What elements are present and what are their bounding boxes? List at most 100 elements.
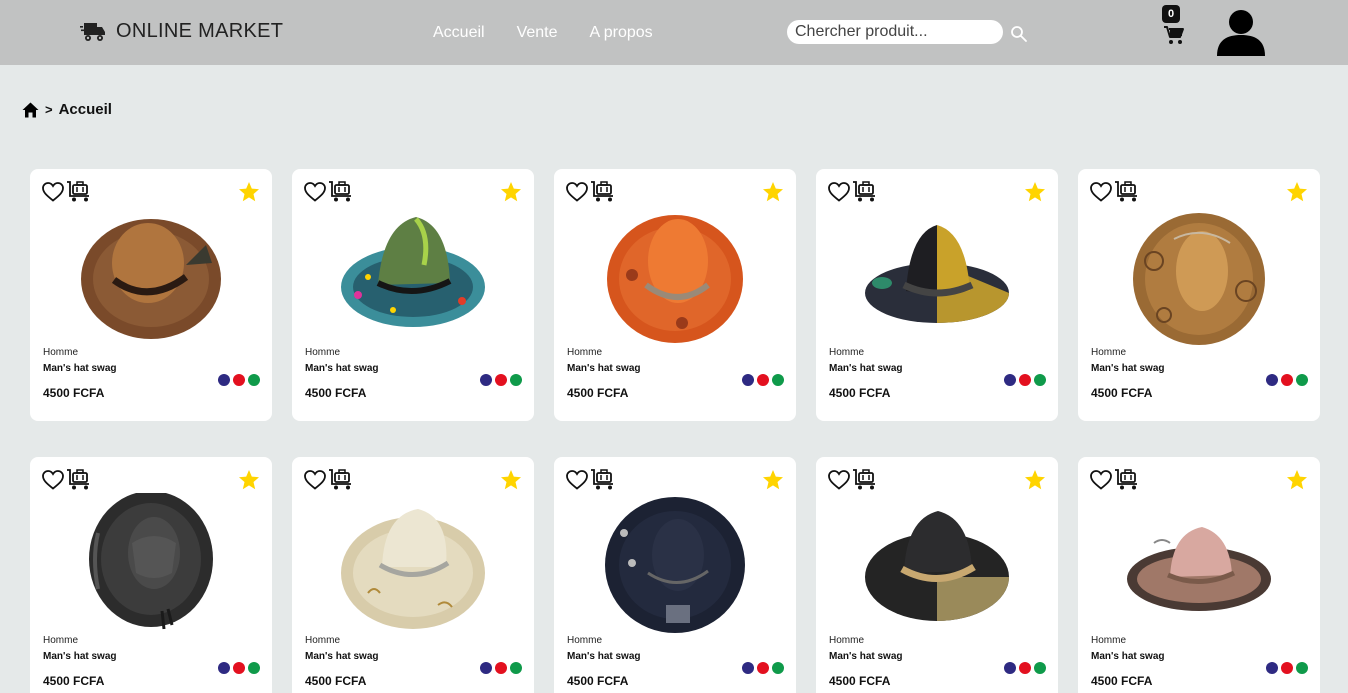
star-icon[interactable]	[1286, 469, 1308, 491]
heart-icon[interactable]	[304, 470, 326, 490]
color-swatches	[742, 374, 784, 386]
product-card[interactable]: Homme Man's hat swag 4500 FCFA	[292, 169, 534, 421]
cart-button[interactable]: 0	[1160, 5, 1188, 47]
color-swatches	[1004, 374, 1046, 386]
color-swatch-blue[interactable]	[742, 374, 754, 386]
heart-icon[interactable]	[828, 182, 850, 202]
cart-count-badge: 0	[1162, 5, 1180, 23]
product-price: 4500 FCFA	[567, 386, 629, 400]
color-swatch-green[interactable]	[1296, 374, 1308, 386]
product-card[interactable]: Homme Man's hat swag 4500 FCFA	[554, 457, 796, 693]
product-card[interactable]: Homme Man's hat swag 4500 FCFA	[292, 457, 534, 693]
color-swatch-blue[interactable]	[480, 662, 492, 674]
star-icon[interactable]	[500, 469, 522, 491]
color-swatch-blue[interactable]	[218, 662, 230, 674]
product-card[interactable]: Homme Man's hat swag 4500 FCFA	[30, 457, 272, 693]
product-name[interactable]: Man's hat swag	[829, 363, 903, 374]
nav-accueil[interactable]: Accueil	[433, 24, 485, 42]
color-swatch-blue[interactable]	[1266, 662, 1278, 674]
heart-icon[interactable]	[566, 470, 588, 490]
product-name[interactable]: Man's hat swag	[305, 651, 379, 662]
star-icon[interactable]	[762, 469, 784, 491]
product-name[interactable]: Man's hat swag	[1091, 363, 1165, 374]
color-swatch-red[interactable]	[495, 374, 507, 386]
product-name[interactable]: Man's hat swag	[43, 363, 117, 374]
star-icon[interactable]	[762, 181, 784, 203]
heart-icon[interactable]	[566, 182, 588, 202]
color-swatch-green[interactable]	[510, 662, 522, 674]
star-icon[interactable]	[1286, 181, 1308, 203]
color-swatch-red[interactable]	[495, 662, 507, 674]
add-to-cart-icon[interactable]	[852, 468, 878, 491]
color-swatch-green[interactable]	[248, 374, 260, 386]
nav-vente[interactable]: Vente	[517, 24, 558, 42]
product-name[interactable]: Man's hat swag	[305, 363, 379, 374]
add-to-cart-icon[interactable]	[1114, 180, 1140, 203]
color-swatch-blue[interactable]	[742, 662, 754, 674]
product-name[interactable]: Man's hat swag	[829, 651, 903, 662]
add-to-cart-icon[interactable]	[852, 180, 878, 203]
heart-icon[interactable]	[304, 182, 326, 202]
search-icon[interactable]	[1010, 25, 1028, 43]
star-icon[interactable]	[238, 469, 260, 491]
product-price: 4500 FCFA	[1091, 674, 1153, 688]
product-price: 4500 FCFA	[43, 674, 105, 688]
product-category: Homme	[305, 347, 341, 358]
heart-icon[interactable]	[1090, 470, 1112, 490]
heart-icon[interactable]	[1090, 182, 1112, 202]
product-card[interactable]: Homme Man's hat swag 4500 FCFA	[1078, 169, 1320, 421]
product-name[interactable]: Man's hat swag	[1091, 651, 1165, 662]
heart-icon[interactable]	[828, 470, 850, 490]
color-swatch-blue[interactable]	[1266, 374, 1278, 386]
heart-icon[interactable]	[42, 182, 64, 202]
color-swatch-red[interactable]	[233, 662, 245, 674]
add-to-cart-icon[interactable]	[66, 468, 92, 491]
color-swatch-red[interactable]	[757, 662, 769, 674]
brand[interactable]: ONLINE MARKET	[80, 20, 283, 43]
product-category: Homme	[829, 347, 865, 358]
nav-a-propos[interactable]: A propos	[590, 24, 653, 42]
product-name[interactable]: Man's hat swag	[567, 651, 641, 662]
color-swatch-green[interactable]	[1296, 662, 1308, 674]
user-avatar-icon[interactable]	[1216, 7, 1266, 57]
add-to-cart-icon[interactable]	[590, 180, 616, 203]
product-card[interactable]: Homme Man's hat swag 4500 FCFA	[816, 169, 1058, 421]
color-swatch-green[interactable]	[510, 374, 522, 386]
color-swatch-blue[interactable]	[1004, 374, 1016, 386]
search-input[interactable]	[787, 20, 1003, 44]
home-icon[interactable]	[22, 102, 39, 118]
star-icon[interactable]	[1024, 469, 1046, 491]
product-card[interactable]: Homme Man's hat swag 4500 FCFA	[1078, 457, 1320, 693]
add-to-cart-icon[interactable]	[328, 180, 354, 203]
add-to-cart-icon[interactable]	[66, 180, 92, 203]
color-swatch-red[interactable]	[233, 374, 245, 386]
add-to-cart-icon[interactable]	[328, 468, 354, 491]
color-swatch-red[interactable]	[757, 374, 769, 386]
add-to-cart-icon[interactable]	[1114, 468, 1140, 491]
star-icon[interactable]	[238, 181, 260, 203]
add-to-cart-icon[interactable]	[590, 468, 616, 491]
color-swatch-green[interactable]	[1034, 662, 1046, 674]
color-swatch-red[interactable]	[1019, 374, 1031, 386]
color-swatch-green[interactable]	[772, 374, 784, 386]
color-swatch-green[interactable]	[772, 662, 784, 674]
product-name[interactable]: Man's hat swag	[43, 651, 117, 662]
color-swatch-red[interactable]	[1019, 662, 1031, 674]
product-name[interactable]: Man's hat swag	[567, 363, 641, 374]
product-card[interactable]: Homme Man's hat swag 4500 FCFA	[554, 169, 796, 421]
heart-icon[interactable]	[42, 470, 64, 490]
color-swatch-blue[interactable]	[1004, 662, 1016, 674]
star-icon[interactable]	[500, 181, 522, 203]
color-swatch-blue[interactable]	[480, 374, 492, 386]
star-icon[interactable]	[1024, 181, 1046, 203]
color-swatch-blue[interactable]	[218, 374, 230, 386]
color-swatch-red[interactable]	[1281, 374, 1293, 386]
product-card[interactable]: Homme Man's hat swag 4500 FCFA	[30, 169, 272, 421]
product-price: 4500 FCFA	[305, 674, 367, 688]
color-swatch-green[interactable]	[1034, 374, 1046, 386]
cart-icon	[1164, 26, 1184, 44]
color-swatch-green[interactable]	[248, 662, 260, 674]
color-swatch-red[interactable]	[1281, 662, 1293, 674]
product-card[interactable]: Homme Man's hat swag 4500 FCFA	[816, 457, 1058, 693]
product-category: Homme	[305, 635, 341, 646]
